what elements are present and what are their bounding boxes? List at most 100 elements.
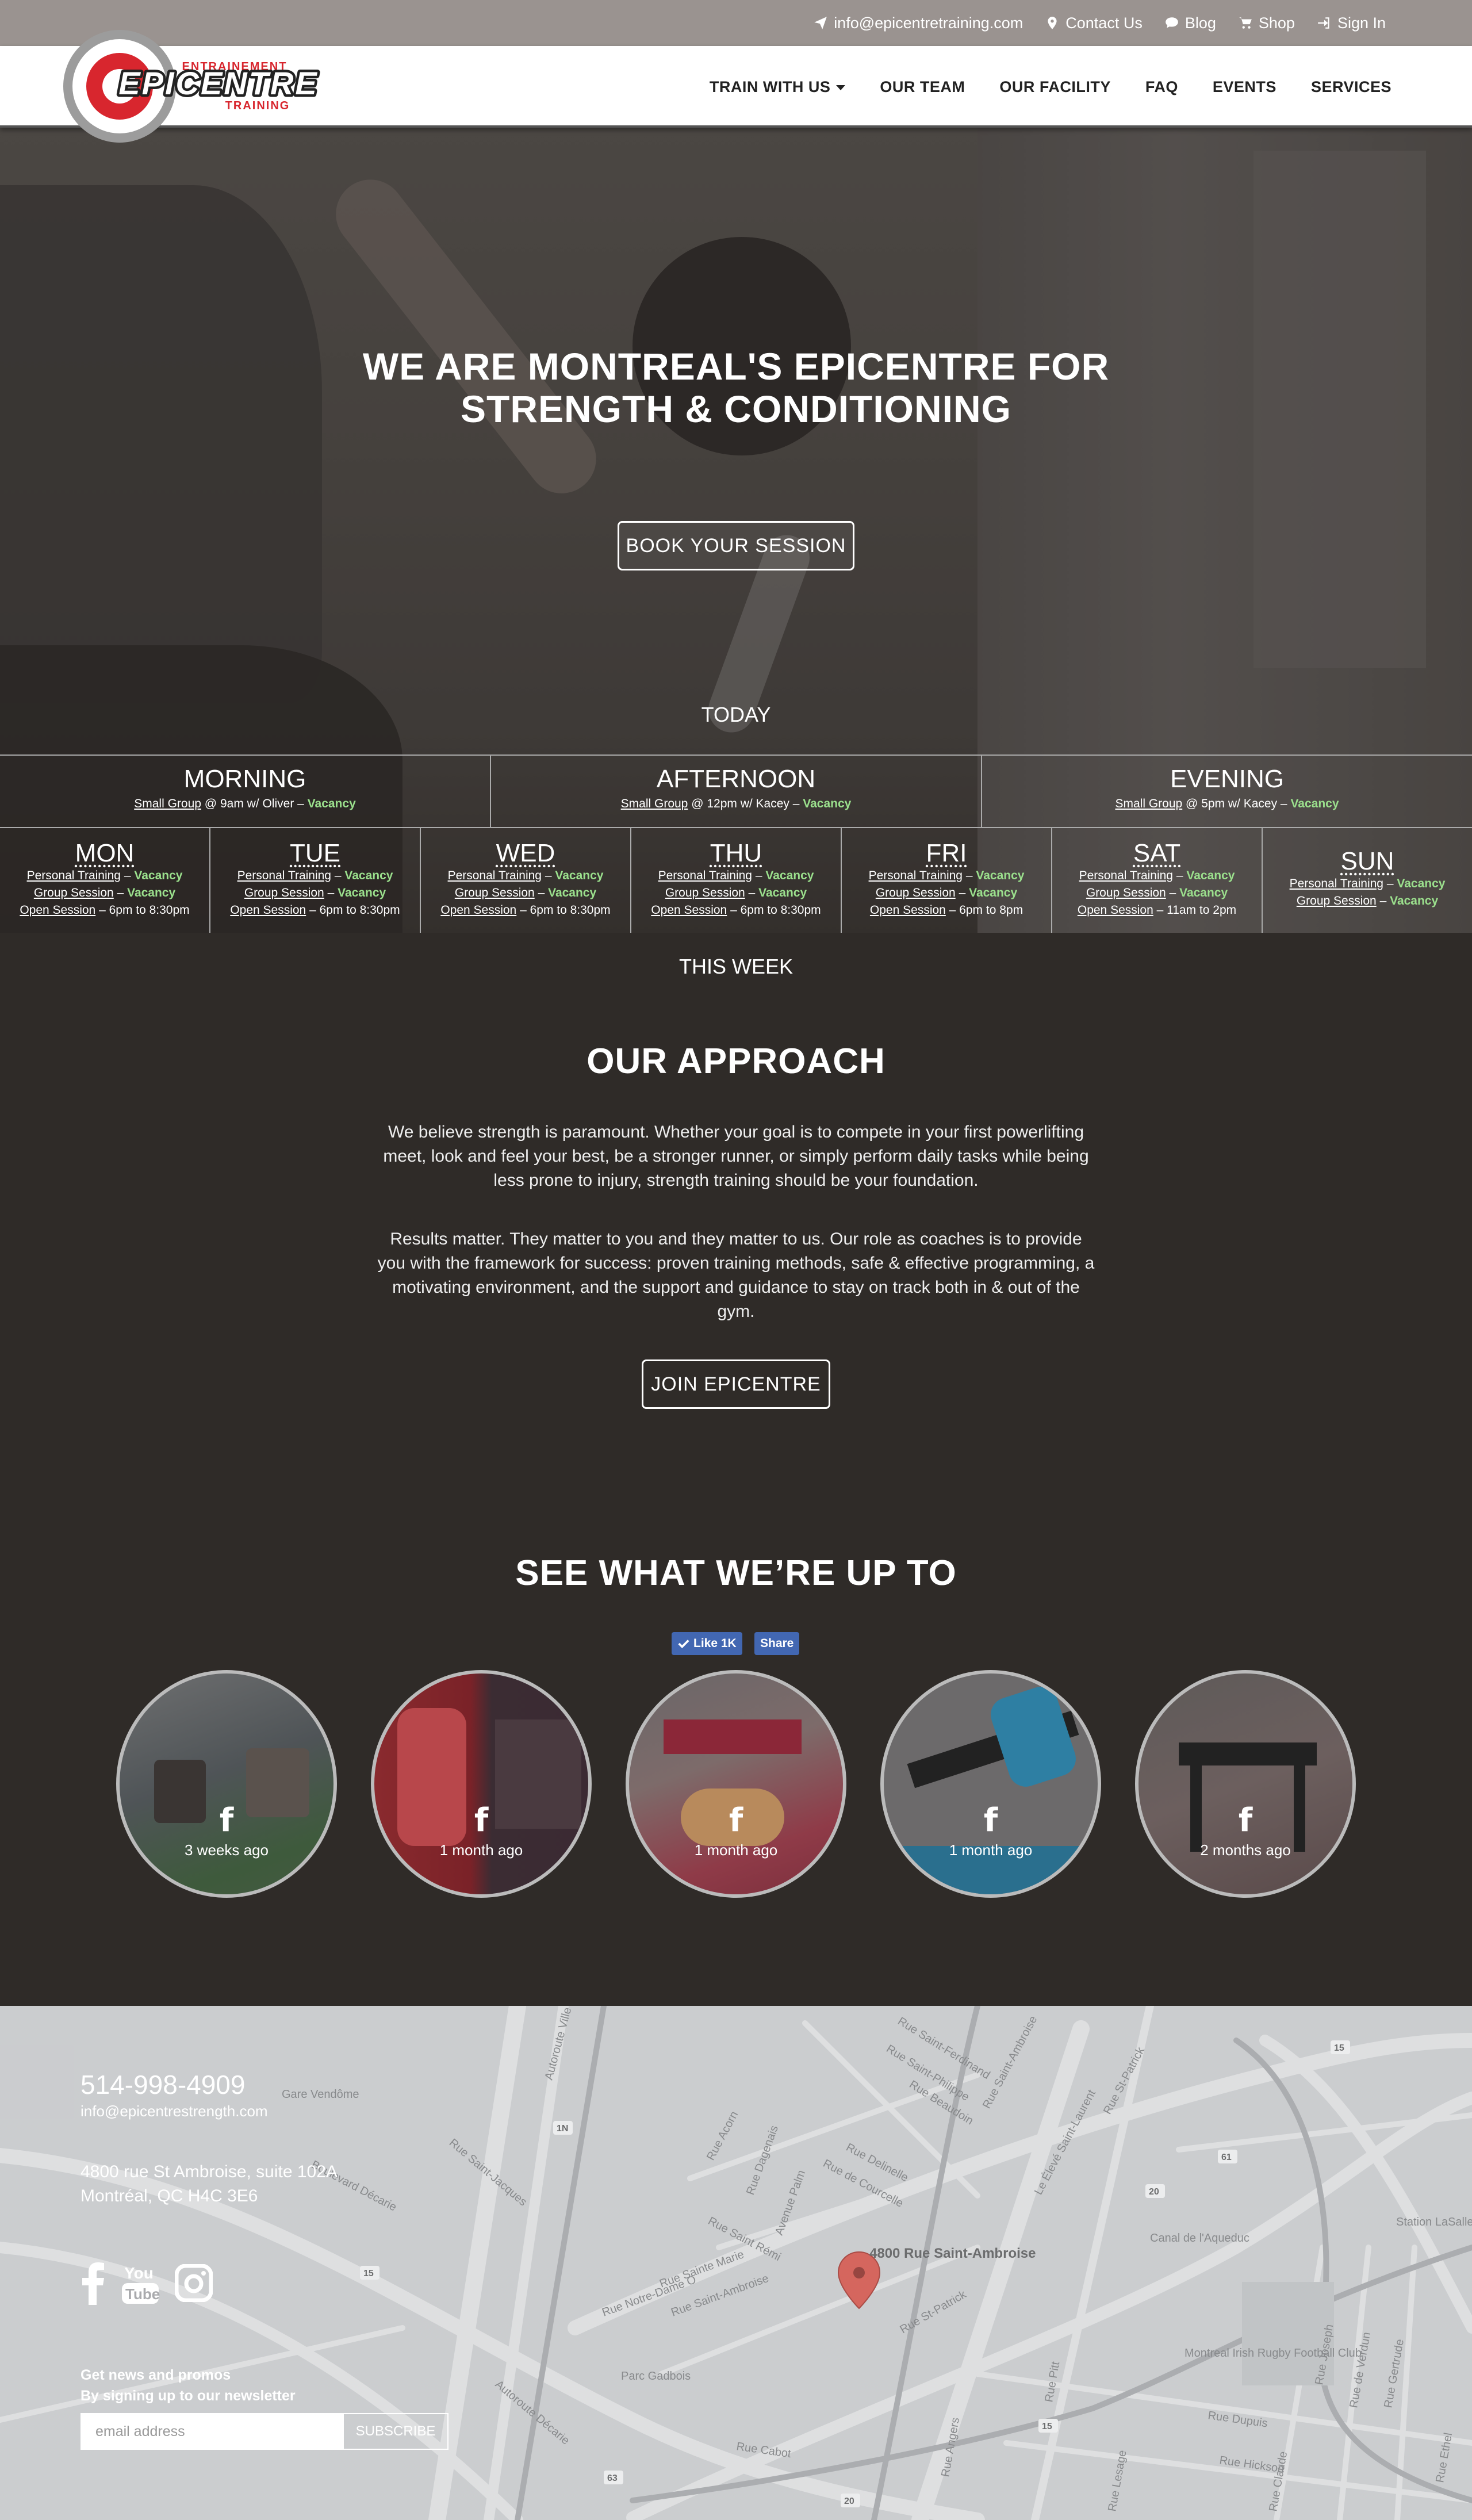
social-post-2[interactable]: f 1 month ago	[371, 1670, 592, 1898]
address-line-1: 4800 rue St Ambroise, suite 102A	[80, 2162, 338, 2181]
vacancy-link[interactable]: Vacancy	[1179, 886, 1228, 899]
vacancy-link[interactable]: Vacancy	[134, 869, 182, 882]
vacancy-link[interactable]: Vacancy	[969, 886, 1017, 899]
vacancy-link[interactable]: Vacancy	[1390, 894, 1438, 907]
site-logo[interactable]: ENTRAINEMENT EPICENTRE TRAINING	[62, 26, 344, 147]
week-day-fri: FRI Personal Training – Vacancy Group Se…	[842, 828, 1052, 933]
nav-item-our-facility[interactable]: OUR FACILITY	[999, 78, 1111, 96]
vacancy-link[interactable]: Vacancy	[548, 886, 596, 899]
logo-main-text: EPICENTRE	[118, 65, 319, 101]
slot-detail: Small Group @ 9am w/ Oliver – Vacancy	[0, 797, 490, 811]
group-session-link[interactable]: Group Session	[455, 886, 535, 899]
nav-item-train-with-us[interactable]: TRAIN WITH US	[709, 78, 846, 96]
today-slot-morning: MORNING Small Group @ 9am w/ Oliver – Va…	[0, 756, 491, 827]
nav-item-label: TRAIN WITH US	[709, 78, 831, 95]
vacancy-link[interactable]: Vacancy	[338, 886, 386, 899]
personal-training-link[interactable]: Personal Training	[237, 869, 331, 882]
small-group-link[interactable]: Small Group	[134, 797, 201, 810]
post-photo-box-top	[1179, 1742, 1317, 1765]
personal-training-link[interactable]: Personal Training	[869, 869, 963, 882]
footer-email[interactable]: info@epicentrestrength.com	[80, 2102, 268, 2120]
week-day-tue: TUE Personal Training – Vacancy Group Se…	[210, 828, 421, 933]
open-session-link[interactable]: Open Session	[440, 903, 516, 917]
open-session-time: – 11am to 2pm	[1153, 903, 1237, 917]
post-photo-bench	[664, 1719, 802, 1754]
post-caption: f 1 month ago	[884, 1805, 1098, 1859]
nav-item-our-team[interactable]: OUR TEAM	[880, 78, 965, 96]
open-session-link[interactable]: Open Session	[870, 903, 946, 917]
vacancy-link[interactable]: Vacancy	[555, 869, 603, 882]
newsletter-email-input[interactable]: email address	[80, 2413, 343, 2450]
social-post-3[interactable]: f 1 month ago	[626, 1670, 846, 1898]
personal-training-link[interactable]: Personal Training	[658, 869, 752, 882]
youtube-icon[interactable]: You Tube	[121, 2261, 160, 2308]
day-name: THU	[710, 839, 762, 867]
vacancy-link[interactable]: Vacancy	[758, 886, 807, 899]
map-pin-icon	[1048, 17, 1057, 29]
group-session-link[interactable]: Group Session	[1297, 894, 1377, 907]
instagram-icon[interactable]	[174, 2264, 213, 2305]
svg-text:You: You	[124, 2264, 154, 2282]
join-epicentre-button[interactable]: JOIN EPICENTRE	[642, 1359, 830, 1409]
vacancy-link[interactable]: Vacancy	[1290, 797, 1339, 810]
day-name: FRI	[926, 839, 967, 867]
open-session-time: – 6pm to 8:30pm	[516, 903, 611, 917]
personal-training-link[interactable]: Personal Training	[1079, 869, 1173, 882]
day-line: Personal Training – Vacancy	[447, 869, 604, 882]
svg-text:Tube: Tube	[125, 2285, 160, 2303]
newsletter-subheading: By signing up to our newsletter	[80, 2388, 296, 2404]
facebook-icon[interactable]	[80, 2261, 106, 2308]
personal-training-link[interactable]: Personal Training	[27, 869, 121, 882]
signin-link[interactable]: Sign In	[1317, 14, 1386, 32]
slot-name: MORNING	[183, 765, 306, 793]
day-name: SAT	[1133, 839, 1181, 867]
open-session-link[interactable]: Open Session	[651, 903, 727, 917]
vacancy-link[interactable]: Vacancy	[308, 797, 356, 810]
open-session-link[interactable]: Open Session	[230, 903, 306, 917]
vacancy-link[interactable]: Vacancy	[1186, 869, 1235, 882]
personal-training-link[interactable]: Personal Training	[448, 869, 542, 882]
open-session-link[interactable]: Open Session	[1078, 903, 1153, 917]
blog-link[interactable]: Blog	[1164, 14, 1216, 32]
address-line-2: Montréal, QC H4C 3E6	[80, 2186, 258, 2205]
book-session-button[interactable]: BOOK YOUR SESSION	[618, 521, 854, 570]
social-post-5[interactable]: f 2 months ago	[1135, 1670, 1356, 1898]
small-group-link[interactable]: Small Group	[621, 797, 688, 810]
nav-item-faq[interactable]: FAQ	[1145, 78, 1178, 96]
small-group-link[interactable]: Small Group	[1115, 797, 1182, 810]
social-post-1[interactable]: f 3 weeks ago	[116, 1670, 337, 1898]
day-line: Personal Training – Vacancy	[1289, 877, 1446, 890]
subscribe-button[interactable]: SUBSCRIBE	[343, 2413, 448, 2450]
caret-down-icon	[836, 85, 846, 90]
facebook-icon: f	[219, 1802, 234, 1839]
nav-item-events[interactable]: EVENTS	[1213, 78, 1276, 96]
vacancy-link[interactable]: Vacancy	[765, 869, 814, 882]
facebook-share-button[interactable]: Share	[754, 1632, 800, 1655]
open-session-link[interactable]: Open Session	[20, 903, 95, 917]
approach-title: OUR APPROACH	[586, 1041, 885, 1081]
day-line: Group Session – Vacancy	[875, 886, 1018, 899]
vacancy-link[interactable]: Vacancy	[344, 869, 393, 882]
day-name: WED	[496, 839, 555, 867]
sign-in-icon	[1318, 17, 1329, 29]
facebook-like-button[interactable]: Like 1K	[672, 1632, 742, 1655]
vacancy-link[interactable]: Vacancy	[127, 886, 175, 899]
social-post-4[interactable]: f 1 month ago	[880, 1670, 1101, 1898]
group-session-link[interactable]: Group Session	[244, 886, 324, 899]
email-link[interactable]: info@epicentretraining.com	[813, 14, 1023, 32]
vacancy-link[interactable]: Vacancy	[1397, 877, 1445, 890]
footer-phone[interactable]: 514-998-4909	[80, 2069, 245, 2100]
vacancy-link[interactable]: Vacancy	[976, 869, 1024, 882]
group-session-link[interactable]: Group Session	[876, 886, 956, 899]
personal-training-link[interactable]: Personal Training	[1290, 877, 1383, 890]
group-session-link[interactable]: Group Session	[34, 886, 114, 899]
nav-item-services[interactable]: SERVICES	[1311, 78, 1392, 96]
day-line: Personal Training – Vacancy	[237, 869, 393, 882]
group-session-link[interactable]: Group Session	[1086, 886, 1166, 899]
approach-paragraph-2: Results matter. They matter to you and t…	[377, 1230, 1095, 1321]
post-caption: f 1 month ago	[374, 1805, 588, 1859]
group-session-link[interactable]: Group Session	[665, 886, 745, 899]
shop-link[interactable]: Shop	[1238, 14, 1295, 32]
vacancy-link[interactable]: Vacancy	[803, 797, 851, 810]
contact-link[interactable]: Contact Us	[1045, 14, 1143, 32]
